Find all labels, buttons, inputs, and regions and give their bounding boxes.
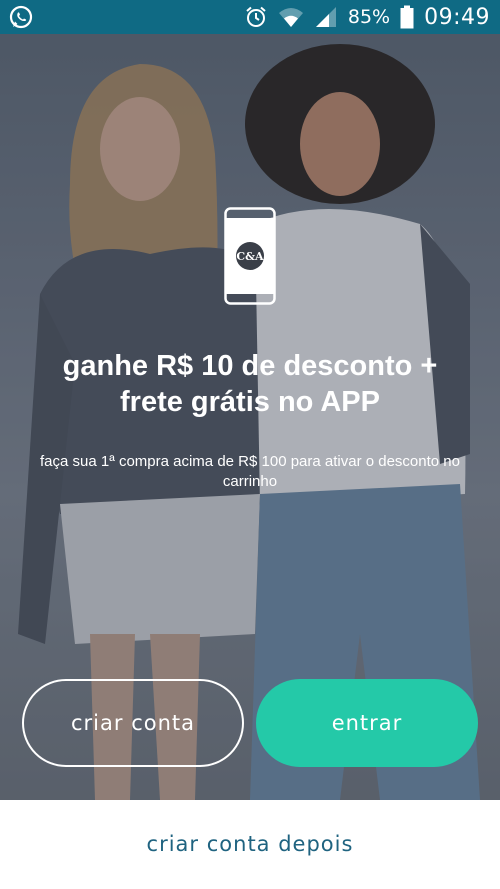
phone-logo-text: C&A [236, 250, 264, 263]
wifi-icon [278, 5, 304, 29]
create-account-button[interactable]: criar conta [22, 679, 244, 767]
promo-subtext: faça sua 1ª compra acima de R$ 100 para … [40, 453, 460, 490]
signal-icon [314, 5, 338, 29]
clock: 09:49 [424, 4, 490, 30]
headline: ganhe R$ 10 de desconto + frete grátis n… [0, 348, 500, 420]
login-button[interactable]: entrar [256, 679, 478, 767]
alarm-icon [244, 5, 268, 29]
battery-percent: 85% [347, 6, 391, 28]
headline-line-2: frete grátis no APP [120, 386, 380, 418]
headline-line-1: ganhe R$ 10 de desconto + [62, 350, 438, 382]
create-account-later-link[interactable]: criar conta depois [147, 832, 354, 856]
onboarding-screen: 85% 09:49 C&A ganhe R$ 10 de desconto + … [0, 0, 500, 889]
status-bar: 85% 09:49 [0, 0, 500, 34]
hero-section: C&A ganhe R$ 10 de desconto + frete grát… [0, 34, 500, 800]
battery-icon [400, 5, 414, 29]
whatsapp-icon [8, 4, 34, 30]
bottom-bar: criar conta depois [0, 800, 500, 889]
